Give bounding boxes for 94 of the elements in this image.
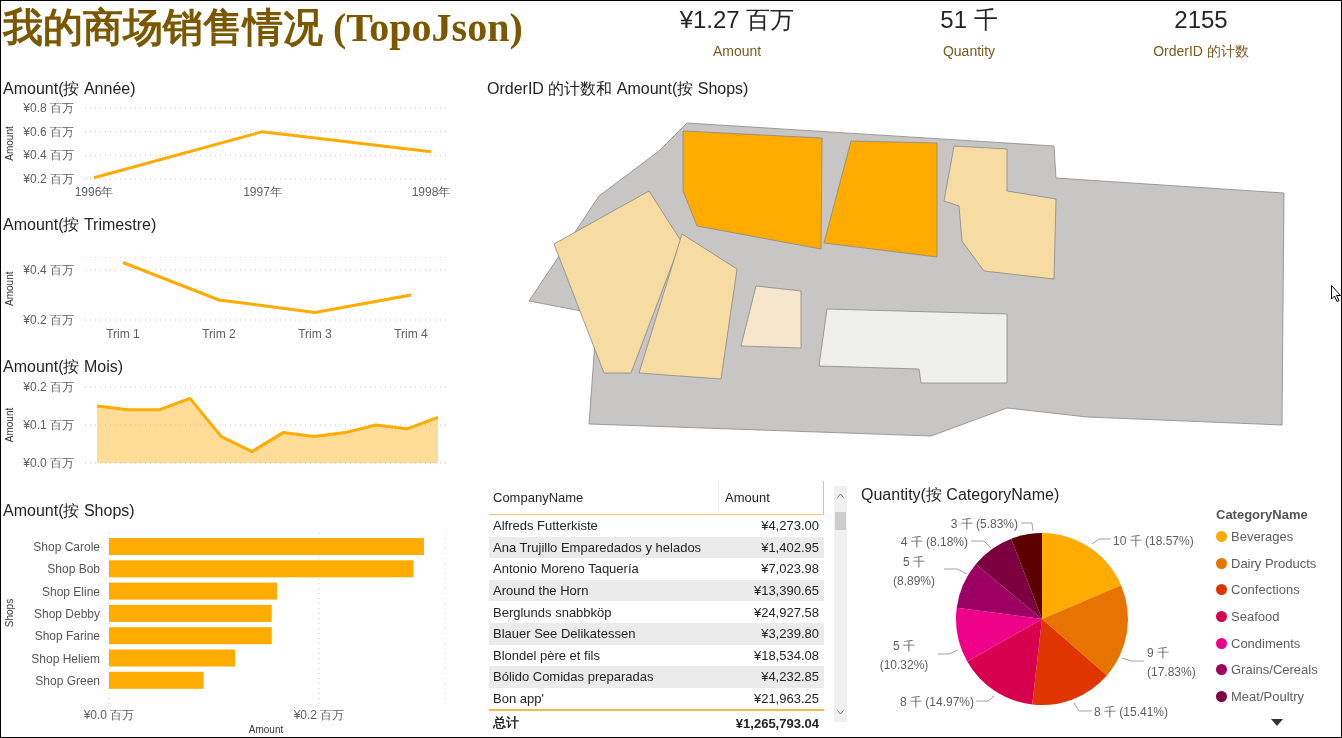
axis-label: Shop Bob xyxy=(47,562,100,577)
chart-title: Amount(按 Année) xyxy=(2,79,137,99)
column-header[interactable]: CompanyName xyxy=(489,481,719,514)
chart-title: Amount(按 Shops) xyxy=(2,501,136,521)
caret-icon[interactable] xyxy=(1271,718,1283,726)
axis-label: Trim 1 xyxy=(106,327,140,341)
leader-line xyxy=(1091,538,1112,545)
legend-label[interactable]: Grains/Cereals xyxy=(1231,662,1318,678)
data-label: 5 千 (8.89%) xyxy=(892,554,936,590)
axis-label: ¥0.4 百万 xyxy=(23,263,74,277)
table-cell-text: ¥1,402.95 xyxy=(760,539,820,555)
data-label: 4 千 (8.18%) xyxy=(900,534,968,550)
table-cell-text: ¥13,390.65 xyxy=(752,583,820,599)
table-cell-text: Antonio Moreno Taquería xyxy=(492,561,640,577)
data-label: 5 千 (10.32%) xyxy=(878,638,930,674)
table-cell-text: Blauer See Delikatessen xyxy=(492,626,637,642)
leader-line xyxy=(1020,522,1034,532)
legend-label[interactable]: Beverages xyxy=(1231,528,1294,544)
axis-label: ¥0.2 百万 xyxy=(23,380,74,394)
axis-title: Amount xyxy=(4,126,15,161)
table-cell-text: ¥3,239.80 xyxy=(760,626,820,642)
axis-label: Trim 4 xyxy=(394,327,428,341)
chart-title: Quantity(按 CategoryName) xyxy=(860,485,1061,505)
data-label: 10 千 (18.57%) xyxy=(1113,533,1194,549)
leader-line xyxy=(970,540,992,549)
leader-line xyxy=(943,568,968,575)
total-cell-text: ¥1,265,793.04 xyxy=(734,715,820,731)
table-cell-text: ¥7,023.98 xyxy=(760,561,820,577)
axis-title: Amount xyxy=(248,724,284,735)
table-cell-text: ¥4,273.00 xyxy=(760,518,820,534)
leader-line xyxy=(1073,702,1093,712)
axis-label: 1996年 xyxy=(74,185,114,199)
axis-label: Shop Heliem xyxy=(31,651,100,666)
dashboard-title: 我的商场销售情况 (TopoJson) xyxy=(1,4,524,52)
axis-title: Amount xyxy=(4,271,15,306)
axis-label: ¥0.2 百万 xyxy=(293,708,345,722)
leader-line xyxy=(1121,657,1145,662)
table-cell-text: Around the Horn xyxy=(492,583,590,599)
legend-label[interactable]: Meat/Poultry xyxy=(1231,688,1304,704)
total-cell-text: 总计 xyxy=(491,714,520,733)
table-cell-text: ¥18,534.08 xyxy=(752,647,820,663)
axis-label: ¥0.2 百万 xyxy=(23,313,74,327)
axis-label: ¥0.4 百万 xyxy=(23,148,74,163)
data-label: 9 千 (17.83%) xyxy=(1147,645,1197,681)
axis-label: Shop Eline xyxy=(41,584,100,599)
kpi-label: Amount xyxy=(712,42,762,61)
legend-label[interactable]: Condiments xyxy=(1231,635,1301,651)
axis-label: Shop Debby xyxy=(33,606,100,621)
table-cell-text: Blondel père et fils xyxy=(492,647,601,663)
chart-title: Amount(按 Mois) xyxy=(2,357,125,377)
kpi-value: 2155 xyxy=(1174,5,1228,35)
scroll-down-icon[interactable] xyxy=(837,710,844,715)
table-cell-text: Bólido Comidas preparadas xyxy=(492,669,655,685)
axis-label: ¥0.0 百万 xyxy=(83,708,135,722)
table-cell-text: ¥4,232.85 xyxy=(760,669,820,685)
axis-label: Trim 3 xyxy=(298,327,332,341)
axis-label: ¥0.1 百万 xyxy=(23,418,74,432)
axis-label: Shop Farine xyxy=(34,629,100,644)
axis-label: ¥0.0 百万 xyxy=(23,456,74,469)
kpi-label: OrderID 的计数 xyxy=(1153,42,1249,61)
table-cell-text: ¥24,927.58 xyxy=(752,604,820,620)
table-cell-text: Berglunds snabbköp xyxy=(492,604,613,620)
data-label: 8 千 (15.41%) xyxy=(1094,704,1169,720)
scrollbar[interactable] xyxy=(834,486,847,722)
axis-label: 1997年 xyxy=(243,185,282,199)
legend-label[interactable]: Seafood xyxy=(1231,608,1280,624)
legend-label[interactable]: Dairy Products xyxy=(1231,555,1317,571)
table-cell-text: Ana Trujillo Emparedados y helados xyxy=(492,539,703,555)
chart-title: OrderID 的计数和 Amount(按 Shops) xyxy=(486,79,750,99)
axis-label: ¥0.8 百万 xyxy=(23,101,74,115)
axis-title: Shops xyxy=(4,598,15,628)
kpi-label: Quantity xyxy=(942,42,996,61)
axis-label: Trim 2 xyxy=(202,327,236,341)
table-cell-text: Bon app' xyxy=(492,691,545,707)
leader-line xyxy=(975,695,995,702)
scrollbar-thumb[interactable] xyxy=(835,512,846,530)
axis-title: Amount xyxy=(4,407,15,443)
kpi-value: 51 千 xyxy=(940,5,998,35)
kpi-value: ¥1.27 百万 xyxy=(679,5,795,35)
legend-label[interactable]: Confections xyxy=(1231,582,1300,598)
scroll-up-icon[interactable] xyxy=(837,493,844,498)
table-cell-text: Alfreds Futterkiste xyxy=(492,518,599,534)
column-header[interactable]: Amount xyxy=(719,481,824,514)
axis-label: Shop Green xyxy=(35,673,100,688)
axis-label: ¥0.2 百万 xyxy=(23,172,74,186)
chart-title: Amount(按 Trimestre) xyxy=(2,215,158,235)
axis-label: 1998年 xyxy=(411,185,451,199)
axis-label: Shop Carole xyxy=(33,540,100,554)
axis-label: ¥0.6 百万 xyxy=(23,124,74,139)
data-label: 3 千 (5.83%) xyxy=(950,516,1018,532)
table-cell-text: ¥21,963.25 xyxy=(752,691,820,707)
leader-line xyxy=(937,649,959,655)
data-label: 8 千 (14.97%) xyxy=(899,694,974,710)
legend-title: CategoryName xyxy=(1216,507,1309,523)
